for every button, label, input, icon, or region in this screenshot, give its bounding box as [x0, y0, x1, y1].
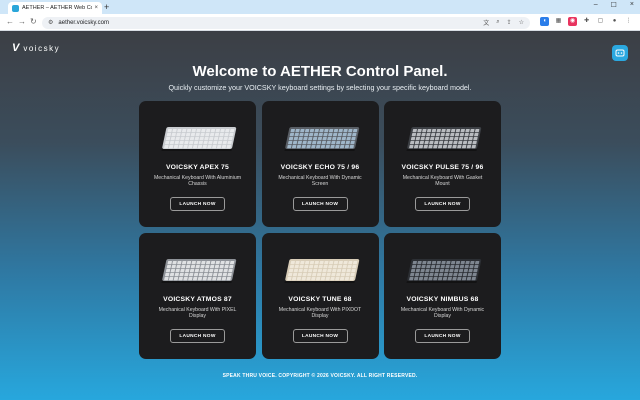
address-bar[interactable]: ⚙ aether.voicsky.com 文 ⌕ ⇪ ☆	[42, 16, 530, 29]
forward-icon[interactable]: →	[18, 17, 26, 27]
share-icon[interactable]: ⇪	[507, 19, 512, 26]
tab-title: AETHER – AETHER Web Control	[22, 5, 92, 11]
tab-close-icon[interactable]: ×	[94, 5, 98, 11]
launch-now-button[interactable]: LAUNCH NOW	[415, 329, 470, 343]
extensions-puzzle-icon[interactable]: ✚	[582, 17, 591, 26]
logo-mark-icon: V	[12, 42, 20, 54]
keyboard-apex-75-icon	[161, 127, 237, 151]
launch-now-button[interactable]: LAUNCH NOW	[292, 197, 348, 211]
logo[interactable]: V voicsky	[12, 42, 60, 54]
bookmark-star-icon[interactable]: ☆	[519, 19, 524, 26]
product-description: Mechanical Keyboard With PIXDOT Display	[278, 307, 362, 320]
product-description: Mechanical Keyboard With Dynamic Display	[400, 307, 485, 320]
back-icon[interactable]: ←	[6, 17, 14, 27]
profile-icon[interactable]: ●	[610, 17, 619, 26]
site-favicon-icon	[12, 4, 19, 12]
launch-now-button[interactable]: LAUNCH NOW	[170, 197, 225, 211]
translate-icon[interactable]: 文	[483, 18, 489, 27]
browser-toolbar: ← → ↻ ⚙ aether.voicsky.com 文 ⌕ ⇪ ☆ ◖ ▦ ◉…	[0, 14, 640, 31]
product-name: VOICSKY NIMBUS 68	[406, 296, 479, 303]
zoom-icon[interactable]: ⌕	[496, 19, 499, 26]
launch-now-button[interactable]: LAUNCH NOW	[170, 329, 225, 343]
maximize-icon[interactable]: ☐	[611, 1, 617, 9]
keyboard-pulse-75-96-icon	[406, 127, 482, 151]
url-text[interactable]: aether.voicsky.com	[58, 20, 476, 26]
product-card: VOICSKY TUNE 68 Mechanical Keyboard With…	[261, 233, 379, 359]
browser-tab-bar: AETHER – AETHER Web Control × + – ☐ ×	[0, 0, 640, 14]
product-card: VOICSKY PULSE 75 / 96 Mechanical Keyboar…	[384, 101, 501, 227]
product-description: Mechanical Keyboard With Dynamic Screen	[278, 175, 362, 188]
site-info-icon[interactable]: ⚙	[48, 19, 53, 26]
extension-red-icon[interactable]: ◉	[568, 17, 577, 26]
page-subtitle: Quickly customize your VOICSKY keyboard …	[168, 83, 472, 92]
keyboard-nimbus-68-icon	[406, 259, 482, 283]
product-card: VOICSKY ECHO 75 / 96 Mechanical Keyboard…	[261, 101, 379, 227]
window-controls: – ☐ ×	[594, 1, 634, 9]
browser-tab[interactable]: AETHER – AETHER Web Control ×	[8, 2, 102, 14]
keyboard-echo-75-96-icon	[283, 127, 359, 151]
close-window-icon[interactable]: ×	[630, 1, 634, 9]
menu-icon[interactable]: ⋮	[624, 17, 633, 26]
reload-icon[interactable]: ↻	[30, 17, 37, 27]
assistant-icon	[615, 49, 625, 57]
product-card: VOICSKY ATMOS 87 Mechanical Keyboard Wit…	[139, 233, 256, 359]
product-card: VOICSKY NIMBUS 68 Mechanical Keyboard Wi…	[384, 233, 501, 359]
extension-grid-icon[interactable]: ▦	[554, 17, 563, 26]
footer-copyright: SPEAK THRU VOICE. COPYRIGHT © 2026 VOICS…	[222, 373, 418, 379]
page: V voicsky Welcome to AETHER Control Pane…	[0, 32, 640, 400]
assistant-button[interactable]	[612, 45, 628, 61]
product-name: VOICSKY PULSE 75 / 96	[401, 164, 484, 171]
minimize-icon[interactable]: –	[594, 1, 598, 9]
logo-text: voicsky	[23, 43, 61, 53]
new-tab-button[interactable]: +	[104, 2, 109, 12]
page-title: Welcome to AETHER Control Panel.	[192, 63, 448, 80]
product-name: VOICSKY TUNE 68	[288, 296, 352, 303]
keyboard-tune-68-icon	[283, 259, 359, 283]
product-grid: VOICSKY APEX 75 Mechanical Keyboard With…	[139, 101, 501, 359]
keyboard-atmos-87-icon	[161, 259, 237, 283]
product-name: VOICSKY APEX 75	[165, 164, 230, 171]
product-name: VOICSKY ECHO 75 / 96	[280, 164, 360, 171]
extension-voice-icon[interactable]: ◖	[540, 17, 549, 26]
product-description: Mechanical Keyboard With Gasket Mount	[402, 175, 483, 188]
product-name: VOICSKY ATMOS 87	[163, 296, 232, 303]
sidebar-icon[interactable]: ▢	[596, 17, 605, 26]
launch-now-button[interactable]: LAUNCH NOW	[292, 329, 348, 343]
extensions-area: ◖ ▦ ◉ ✚ ▢ ● ⋮	[540, 17, 633, 26]
product-card: VOICSKY APEX 75 Mechanical Keyboard With…	[139, 101, 256, 227]
launch-now-button[interactable]: LAUNCH NOW	[415, 197, 470, 211]
product-description: Mechanical Keyboard With Aluminium Chass…	[153, 175, 242, 188]
product-description: Mechanical Keyboard With PIXEL Display	[158, 307, 237, 320]
